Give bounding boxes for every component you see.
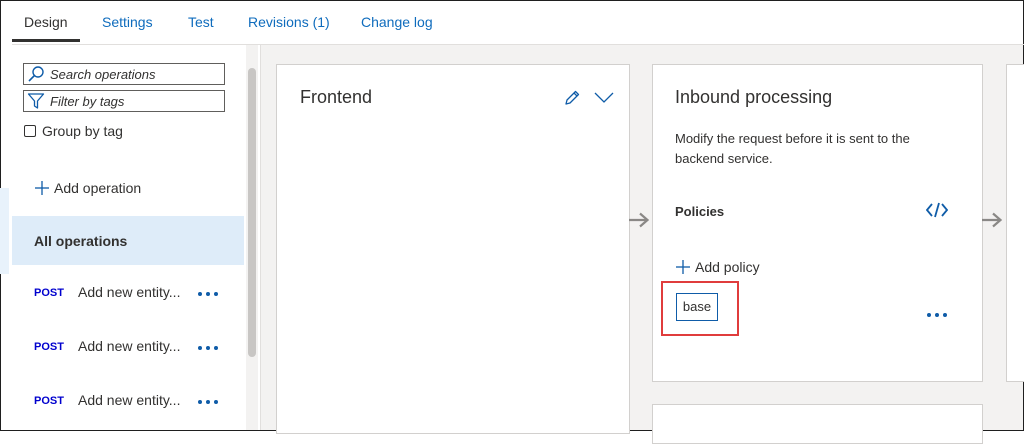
frontend-card: Frontend — [276, 64, 630, 434]
group-by-tag-label: Group by tag — [42, 123, 123, 139]
more-horizontal-icon[interactable] — [196, 288, 220, 298]
tab-design[interactable]: Design — [12, 0, 80, 44]
outbound-card-partial — [652, 404, 983, 444]
plus-icon — [35, 181, 49, 195]
group-by-tag-row[interactable]: Group by tag — [24, 122, 123, 140]
search-icon — [28, 66, 44, 82]
operation-name: Add new entity... — [78, 392, 181, 408]
operation-method-badge: POST — [34, 395, 64, 407]
sidebar-scrollbar-thumb[interactable] — [248, 68, 256, 357]
plus-icon — [676, 260, 690, 274]
policies-label: Policies — [675, 204, 725, 219]
operation-method-badge: POST — [34, 341, 64, 353]
code-icon[interactable] — [926, 202, 948, 218]
inbound-processing-title: Inbound processing — [675, 87, 833, 107]
search-operations-input[interactable] — [50, 65, 220, 83]
search-operations-box[interactable] — [23, 63, 225, 85]
operation-name: Add new entity... — [78, 338, 181, 354]
design-canvas: Frontend Inbound processing Modify the r… — [261, 45, 1024, 444]
add-operation-label: Add operation — [54, 180, 142, 196]
more-horizontal-icon[interactable] — [925, 309, 949, 319]
more-horizontal-icon[interactable] — [196, 342, 220, 352]
base-policy-tag[interactable]: base — [676, 293, 718, 321]
arrow-right-icon — [982, 212, 1003, 228]
add-operation-button[interactable]: Add operation — [34, 176, 141, 200]
all-operations-item[interactable]: All operations — [12, 216, 244, 265]
inbound-description-line: backend service. — [675, 151, 773, 166]
left-edge-accent — [0, 188, 9, 274]
tab-change-log[interactable]: Change log — [349, 0, 445, 44]
inbound-processing-card: Inbound processing Modify the request be… — [652, 64, 983, 382]
operation-row[interactable]: POST Add new entity... — [12, 274, 244, 314]
tab-test[interactable]: Test — [176, 0, 226, 44]
operation-row[interactable]: POST Add new entity... — [12, 382, 244, 422]
operation-name: Add new entity... — [78, 284, 181, 300]
tab-settings[interactable]: Settings — [90, 0, 165, 44]
filter-by-tags-input[interactable] — [50, 92, 220, 110]
operation-row[interactable]: POST Add new entity... — [12, 328, 244, 368]
add-policy-label: Add policy — [695, 259, 760, 275]
filter-icon — [27, 93, 45, 109]
inbound-description-line: Modify the request before it is sent to … — [675, 131, 910, 146]
operations-sidebar: Group by tag Add operation All operation… — [12, 45, 261, 430]
arrow-right-icon — [629, 212, 650, 228]
filter-by-tags-box[interactable] — [23, 90, 225, 112]
frontend-title: Frontend — [300, 87, 373, 107]
pencil-icon[interactable] — [563, 89, 581, 107]
inbound-description: Modify the request before it is sent to … — [675, 129, 910, 169]
more-horizontal-icon[interactable] — [196, 396, 220, 406]
backend-card-partial — [1006, 64, 1024, 382]
chevron-down-icon[interactable] — [594, 92, 614, 104]
tab-revisions[interactable]: Revisions (1) — [236, 0, 342, 44]
operation-method-badge: POST — [34, 287, 64, 299]
add-policy-button[interactable]: Add policy — [675, 259, 760, 275]
all-operations-label: All operations — [34, 233, 128, 249]
group-by-tag-checkbox[interactable] — [24, 125, 36, 137]
tab-bar: Design Settings Test Revisions (1) Chang… — [12, 0, 1024, 44]
